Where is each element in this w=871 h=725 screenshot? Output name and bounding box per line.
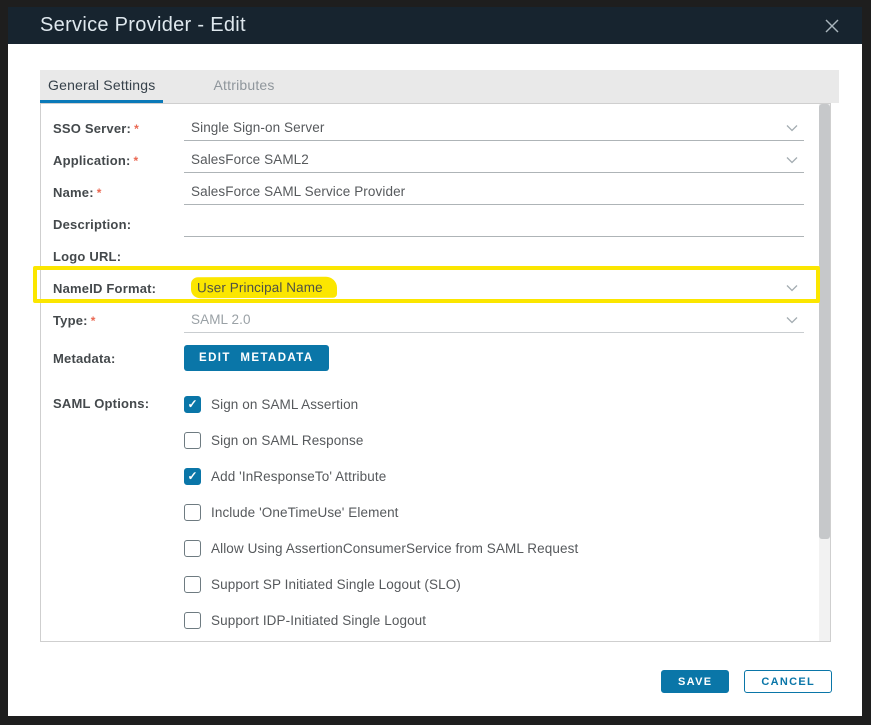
chevron-down-icon[interactable]	[786, 316, 798, 324]
tab-bar: General Settings Attributes	[40, 70, 839, 103]
chevron-down-icon[interactable]	[786, 124, 798, 132]
saml-option-row[interactable]: ✓ Allow Using AssertionConsumerService f…	[184, 530, 804, 566]
tab-attributes[interactable]: Attributes	[205, 70, 282, 103]
scrollbar-thumb[interactable]	[819, 104, 830, 539]
field-label: NameID Format:*	[53, 281, 184, 296]
checkbox-icon[interactable]: ✓	[184, 612, 201, 629]
required-asterisk: *	[91, 314, 96, 328]
field-label: Application:*	[53, 153, 184, 168]
field-input[interactable]: SalesForce SAML Service Provider	[184, 179, 804, 205]
cancel-button[interactable]: CANCEL	[744, 670, 832, 693]
checkbox-icon[interactable]: ✓	[184, 468, 201, 485]
chevron-down-icon[interactable]	[786, 284, 798, 292]
saml-option-label: Include 'OneTimeUse' Element	[211, 505, 399, 520]
form-field-row: Application:* SalesForce SAML2	[41, 144, 830, 176]
checkbox-icon[interactable]: ✓	[184, 504, 201, 521]
field-label: Type:*	[53, 313, 184, 328]
saml-option-label: Sign on SAML Assertion	[211, 397, 358, 412]
checkbox-icon[interactable]: ✓	[184, 540, 201, 557]
form-field-row: SSO Server:* Single Sign-on Server	[41, 112, 830, 144]
saml-option-row[interactable]: ✓ Support IDP-Initiated Single Logout	[184, 602, 804, 638]
form-field-row: Description:*	[41, 208, 830, 240]
field-value	[191, 248, 195, 263]
required-asterisk: *	[134, 122, 139, 136]
checkbox-icon[interactable]: ✓	[184, 396, 201, 413]
field-value: SalesForce SAML2	[191, 152, 309, 167]
dialog-header: Service Provider - Edit	[8, 7, 862, 44]
saml-option-label: Support IDP-Initiated Single Logout	[211, 613, 426, 628]
saml-option-label: Allow Using AssertionConsumerService fro…	[211, 541, 578, 556]
field-value: SalesForce SAML Service Provider	[191, 184, 405, 199]
dialog-footer: SAVE CANCEL	[661, 670, 832, 693]
chevron-down-icon[interactable]	[786, 156, 798, 164]
checkbox-icon[interactable]: ✓	[184, 576, 201, 593]
required-asterisk: *	[134, 154, 139, 168]
metadata-row: Metadata: EDIT METADATA	[41, 336, 830, 380]
save-button[interactable]: SAVE	[661, 670, 729, 693]
field-label: SSO Server:*	[53, 121, 184, 136]
field-value: SAML 2.0	[191, 312, 251, 327]
saml-option-label: Sign on SAML Response	[211, 433, 363, 448]
form-field-row: Name:* SalesForce SAML Service Provider	[41, 176, 830, 208]
field-input[interactable]: Single Sign-on Server	[184, 115, 804, 141]
saml-option-row[interactable]: ✓ Include 'OneTimeUse' Element	[184, 494, 804, 530]
saml-option-list: ✓ Sign on SAML Assertion ✓ Sign on SAML …	[184, 386, 804, 642]
saml-options-label: SAML Options:	[53, 386, 184, 411]
saml-option-row[interactable]: ✓ Add 'InResponseTo' Attribute	[184, 458, 804, 494]
saml-option-row[interactable]: ✓ Support SP Initiated Single Logout (SL…	[184, 566, 804, 602]
field-label: Name:*	[53, 185, 184, 200]
field-input[interactable]	[184, 211, 804, 237]
field-input[interactable]: SAML 2.0	[184, 307, 804, 333]
saml-option-row[interactable]: ✓ Sign on SAML Assertion	[184, 386, 804, 422]
tab-attributes-label: Attributes	[213, 77, 274, 93]
field-input[interactable]	[184, 243, 804, 269]
field-value	[191, 216, 195, 231]
required-asterisk: *	[97, 186, 102, 200]
tab-general-settings-label: General Settings	[48, 77, 155, 93]
tab-general-settings[interactable]: General Settings	[40, 70, 163, 103]
edit-metadata-button[interactable]: EDIT METADATA	[184, 345, 329, 371]
form-field-row: Logo URL:*	[41, 240, 830, 272]
field-value: Single Sign-on Server	[191, 120, 324, 135]
field-label: Logo URL:*	[53, 249, 184, 264]
saml-option-label: Add 'InResponseTo' Attribute	[211, 469, 386, 484]
saml-option-label: Support SP Initiated Single Logout (SLO)	[211, 577, 461, 592]
saml-options-section: SAML Options: ✓ Sign on SAML Assertion ✓…	[41, 380, 830, 642]
saml-option-row[interactable]: ✓ Sign on SAML Response	[184, 422, 804, 458]
service-provider-edit-dialog: Service Provider - Edit General Settings…	[8, 7, 862, 716]
close-icon[interactable]	[824, 18, 840, 34]
dialog-title: Service Provider - Edit	[40, 14, 824, 37]
field-label: Description:*	[53, 217, 184, 232]
checkbox-icon[interactable]: ✓	[184, 432, 201, 449]
saml-option-row[interactable]: ✓ Support IDP Initiated H	[184, 638, 804, 642]
metadata-label: Metadata:	[53, 351, 184, 366]
form-field-row: NameID Format:* User Principal Name	[41, 272, 830, 304]
field-input[interactable]: SalesForce SAML2	[184, 147, 804, 173]
form-field-row: Type:* SAML 2.0	[41, 304, 830, 336]
scrollbar-track[interactable]	[819, 104, 830, 641]
field-rows: SSO Server:* Single Sign-on Server Appli…	[41, 112, 830, 336]
field-input[interactable]: User Principal Name	[184, 275, 804, 301]
field-value: User Principal Name	[191, 277, 337, 299]
general-settings-form: SSO Server:* Single Sign-on Server Appli…	[40, 103, 831, 642]
